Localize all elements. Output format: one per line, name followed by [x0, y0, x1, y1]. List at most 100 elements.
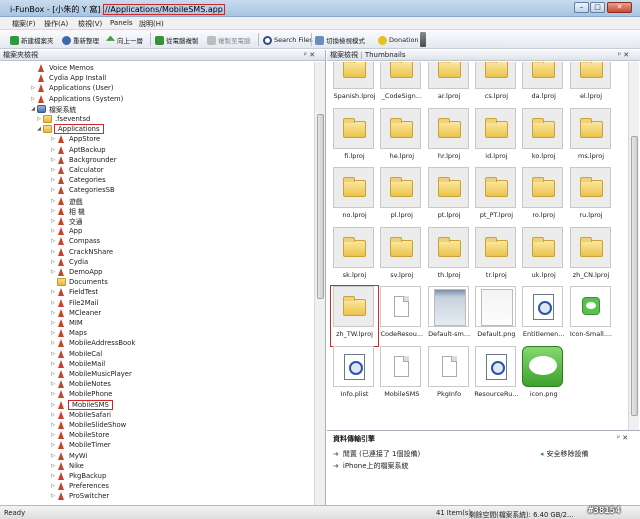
- expand-toggle-icon[interactable]: ▷: [50, 167, 56, 173]
- file-thumbnail[interactable]: Default-sm...: [426, 286, 473, 346]
- file-thumbnail[interactable]: PkgInfo: [426, 345, 473, 406]
- file-thumbnail[interactable]: hr.lproj: [426, 107, 473, 168]
- tree-node[interactable]: ◢ 檔案系統: [30, 104, 76, 114]
- tree-node[interactable]: ▷ Maps: [50, 328, 87, 338]
- file-thumbnail[interactable]: MobileSMS: [378, 345, 425, 406]
- expand-toggle-icon[interactable]: ▷: [50, 147, 56, 153]
- menu-action[interactable]: 操作(A): [44, 19, 68, 29]
- refresh-button[interactable]: 重新整理: [62, 34, 99, 46]
- expand-toggle-icon[interactable]: ▷: [50, 198, 56, 204]
- copy-from-pc-button[interactable]: 從電腦複製: [155, 34, 199, 46]
- file-thumbnail[interactable]: Entitlemen...: [520, 286, 567, 346]
- expand-toggle-icon[interactable]: ▷: [50, 340, 56, 346]
- expand-toggle-icon[interactable]: ▷: [50, 330, 56, 336]
- file-thumbnail[interactable]: el.lproj: [568, 62, 615, 108]
- tree-node[interactable]: ▷ AppStore: [50, 134, 100, 144]
- file-thumbnail[interactable]: CodeResou...: [378, 286, 425, 346]
- tree-node[interactable]: ▷ Cydia: [50, 257, 88, 267]
- tree-node[interactable]: ▷ App: [50, 226, 82, 236]
- file-thumbnail[interactable]: Icon-Small....: [568, 286, 615, 346]
- expand-toggle-icon[interactable]: ▷: [50, 381, 56, 387]
- expand-toggle-icon[interactable]: ▷: [50, 320, 56, 326]
- tree-node[interactable]: ▷ Applications (System): [30, 94, 123, 104]
- file-thumbnail[interactable]: Info.plist: [331, 345, 378, 406]
- tree-node[interactable]: ▷ MobileMusicPlayer: [50, 369, 132, 379]
- tree-node[interactable]: ▷ MobileNotes: [50, 379, 111, 389]
- tree-node[interactable]: ▷ MobileSMS: [50, 399, 113, 410]
- scrollbar-thumb[interactable]: [631, 136, 638, 416]
- tree-node[interactable]: ▷ MobileAddressBook: [50, 338, 135, 348]
- tree-node[interactable]: ▷ 遊戲: [50, 196, 83, 206]
- file-thumbnail[interactable]: uk.lproj: [520, 226, 567, 287]
- expand-toggle-icon[interactable]: ▷: [50, 422, 56, 428]
- expand-toggle-icon[interactable]: ▷: [50, 310, 56, 316]
- expand-toggle-icon[interactable]: ▷: [50, 351, 56, 357]
- expand-toggle-icon[interactable]: ▷: [50, 391, 56, 397]
- tree-node[interactable]: ▷ MobileStore: [50, 430, 109, 440]
- menu-file[interactable]: 檔案(F): [12, 19, 36, 29]
- tree-node[interactable]: ▷ File2Mail: [50, 298, 99, 308]
- expand-toggle-icon[interactable]: ▷: [50, 269, 56, 275]
- tree-node[interactable]: ▷ 相 機: [50, 206, 85, 216]
- expand-toggle-icon[interactable]: ▷: [50, 361, 56, 367]
- file-thumbnail[interactable]: Spanish.lproj: [331, 62, 378, 108]
- expand-toggle-icon[interactable]: ▷: [50, 402, 56, 408]
- file-thumbnail[interactable]: no.lproj: [331, 167, 378, 227]
- expand-toggle-icon[interactable]: ▷: [36, 116, 42, 122]
- menu-help[interactable]: 說明(H): [139, 19, 164, 29]
- tree-node[interactable]: ▷ 交通: [50, 216, 83, 226]
- tree-node[interactable]: ◢ Applications: [36, 124, 104, 135]
- safe-remove-button[interactable]: ◂ 安全移除設備: [540, 449, 589, 459]
- expand-toggle-icon[interactable]: ▷: [50, 187, 56, 193]
- tree-node[interactable]: ▷ Categories: [50, 175, 106, 185]
- donation-button[interactable]: Donation: [378, 34, 419, 46]
- tree-node[interactable]: ▷ MyWi: [50, 451, 87, 461]
- expand-toggle-icon[interactable]: ▷: [50, 238, 56, 244]
- expand-toggle-icon[interactable]: ▷: [50, 136, 56, 142]
- close-icon[interactable]: ✕: [607, 2, 632, 13]
- tree-node[interactable]: ▷ MobileMail: [50, 359, 105, 369]
- tree-node[interactable]: ▷ MobileCal: [50, 349, 102, 359]
- expand-toggle-icon[interactable]: ▷: [50, 371, 56, 377]
- file-thumbnail[interactable]: ar.lproj: [426, 62, 473, 108]
- tree-node[interactable]: ▷ AptBackup: [50, 145, 106, 155]
- file-thumbnail[interactable]: ResourceRu...: [473, 345, 520, 406]
- expand-toggle-icon[interactable]: ▷: [30, 85, 36, 91]
- file-thumbnail[interactable]: pt.lproj: [426, 167, 473, 227]
- expand-toggle-icon[interactable]: ▷: [50, 177, 56, 183]
- tree-node[interactable]: ▷ CrackNShare: [50, 247, 113, 257]
- file-thumbnail[interactable]: ms.lproj: [568, 107, 615, 168]
- tree-node[interactable]: ▷ Preferences: [50, 481, 109, 491]
- file-thumbnail[interactable]: pt_PT.lproj: [473, 167, 520, 227]
- tree-node[interactable]: ▷ MobileSlideShow: [50, 420, 126, 430]
- tree-node[interactable]: ▷ ProSwitcher: [50, 491, 109, 501]
- expand-toggle-icon[interactable]: ▷: [50, 473, 56, 479]
- tree-node[interactable]: ▷ Nike: [50, 461, 84, 471]
- tree-node[interactable]: ▷ FieldTest: [50, 287, 98, 297]
- expand-toggle-icon[interactable]: ▷: [50, 453, 56, 459]
- pin-close-icon[interactable]: ᵖ ✕: [618, 50, 629, 60]
- file-view-scrollbar[interactable]: [628, 62, 639, 430]
- tree-node[interactable]: ▷ PkgBackup: [50, 471, 106, 481]
- tree-node[interactable]: Documents: [50, 277, 108, 287]
- expand-toggle-icon[interactable]: ▷: [50, 463, 56, 469]
- file-thumbnail[interactable]: _CodeSign...: [378, 62, 425, 108]
- file-thumbnail[interactable]: sv.lproj: [378, 226, 425, 287]
- file-thumbnail[interactable]: he.lproj: [378, 107, 425, 168]
- expand-toggle-icon[interactable]: ◢: [30, 106, 36, 112]
- file-thumbnail[interactable]: cs.lproj: [473, 62, 520, 108]
- tree-node[interactable]: ▷ MobileSafari: [50, 410, 111, 420]
- expand-toggle-icon[interactable]: ▷: [50, 157, 56, 163]
- expand-toggle-icon[interactable]: ▷: [50, 249, 56, 255]
- tree-node[interactable]: Voice Memos: [30, 63, 94, 73]
- expand-toggle-icon[interactable]: ▷: [50, 289, 56, 295]
- expand-toggle-icon[interactable]: ▷: [50, 228, 56, 234]
- file-thumbnail[interactable]: tr.lproj: [473, 226, 520, 287]
- file-thumbnail[interactable]: da.lproj: [520, 62, 567, 108]
- expand-toggle-icon[interactable]: ▷: [50, 208, 56, 214]
- up-level-button[interactable]: 向上一層: [106, 34, 143, 46]
- expand-toggle-icon[interactable]: ▷: [50, 218, 56, 224]
- copy-to-pc-button[interactable]: 複製至電腦: [207, 34, 251, 46]
- file-thumbnail[interactable]: Default.png: [473, 286, 520, 346]
- tree-node[interactable]: Cydia App Install: [30, 73, 106, 83]
